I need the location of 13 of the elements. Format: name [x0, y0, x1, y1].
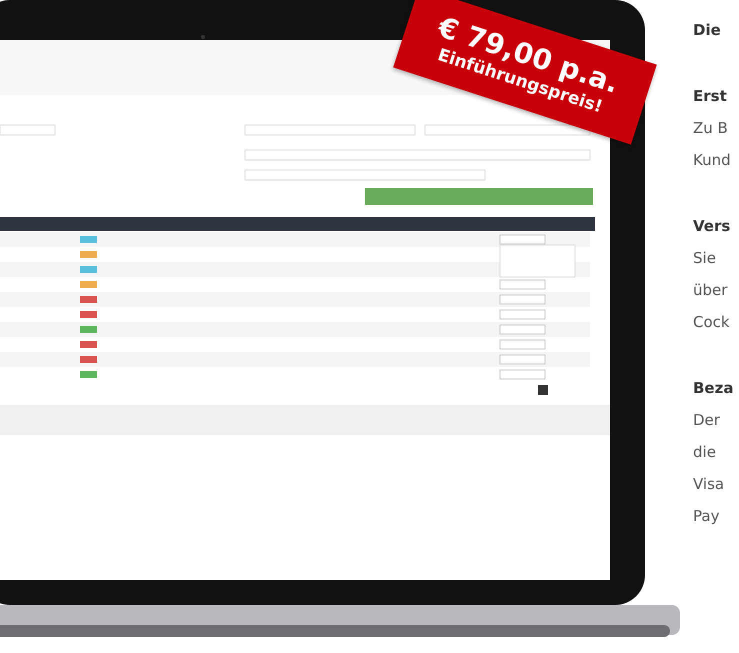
- paragraph-line: Sie: [693, 248, 717, 269]
- paragraph-line: Pay: [693, 506, 720, 527]
- paragraph-line: Zu B: [693, 118, 729, 139]
- paragraph-line: Der: [693, 410, 721, 431]
- paragraph-line: Cock: [693, 312, 731, 333]
- paragraph-line: Kund: [693, 150, 732, 171]
- section-title: Erst: [693, 86, 728, 107]
- paragraph-line: die: [693, 442, 717, 463]
- heading: Die: [693, 20, 722, 41]
- section-title: Beza: [693, 378, 734, 399]
- section-title: Vers: [693, 216, 732, 237]
- paragraph-line: Visa: [693, 474, 726, 495]
- paragraph-line: über: [693, 280, 728, 301]
